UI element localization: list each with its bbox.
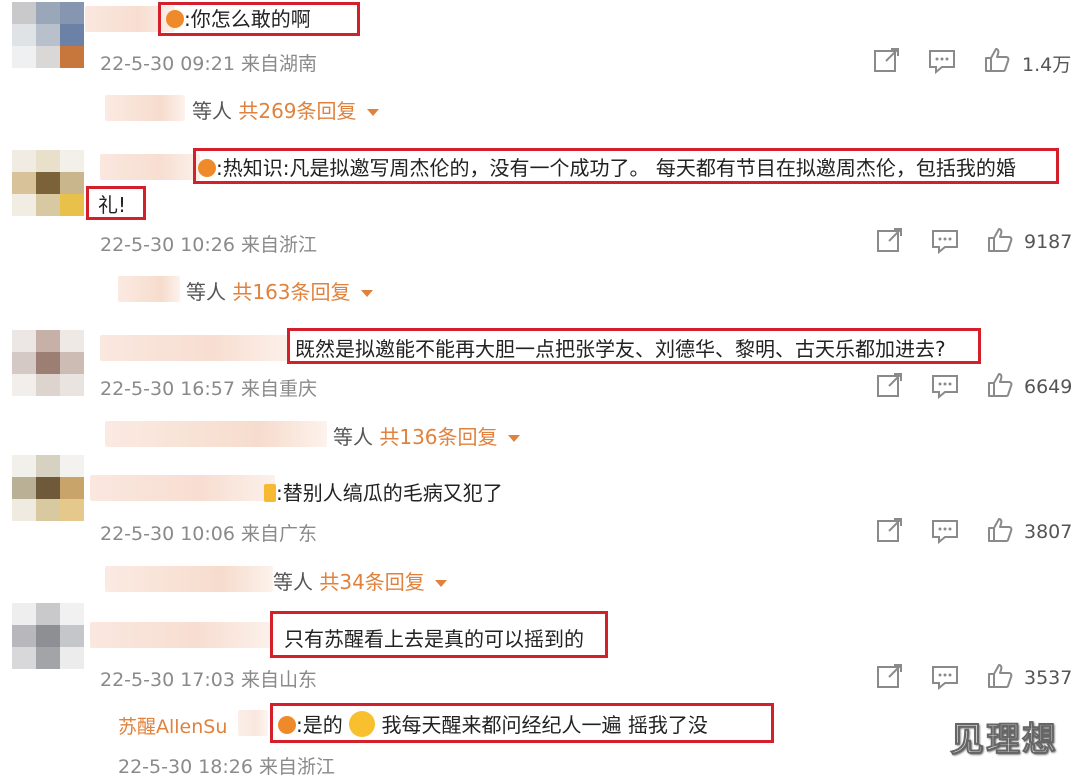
like-icon[interactable] (986, 226, 1014, 258)
timestamp: 22-5-30 10:26 (100, 234, 235, 256)
like-count: 1.4万 (1022, 54, 1072, 76)
chevron-down-icon[interactable] (360, 290, 373, 297)
like-count: 9187 (1024, 231, 1073, 253)
timestamp: 22-5-30 10:06 (100, 523, 235, 545)
timestamp: 22-5-30 09:21 (100, 53, 235, 75)
location: 来自重庆 (241, 378, 318, 400)
chevron-down-icon[interactable] (507, 435, 520, 442)
timestamp: 22-5-30 17:03 (100, 669, 235, 691)
reply-count[interactable]: 共269条回复 (238, 99, 356, 123)
username-blurred[interactable] (100, 335, 290, 361)
reply-summary[interactable]: 等人 共136条回复 (105, 421, 545, 449)
reply-summary[interactable]: 等人 共269条回复 (105, 95, 405, 123)
like-count: 6649 (1024, 376, 1073, 398)
highlight-box (86, 186, 146, 220)
avatar[interactable] (12, 2, 84, 68)
avatar[interactable] (12, 603, 84, 669)
username-blurred[interactable] (90, 475, 275, 501)
chevron-down-icon[interactable] (434, 580, 447, 587)
highlight-box (270, 611, 608, 658)
reply-user-blurred (118, 276, 180, 302)
share-icon[interactable] (876, 517, 904, 547)
reply-username-fade (238, 710, 268, 736)
comment-icon[interactable] (931, 664, 959, 694)
reply-count[interactable]: 共34条回复 (319, 570, 424, 594)
location: 来自广东 (241, 523, 318, 545)
share-icon[interactable] (876, 372, 904, 402)
comment-meta: 22-5-30 16:57 来自重庆 (100, 374, 317, 401)
comment-icon[interactable] (931, 518, 959, 548)
reply-user-blurred (105, 95, 185, 121)
share-icon[interactable] (876, 227, 904, 257)
like-count: 3807 (1024, 521, 1073, 543)
comment-icon[interactable] (931, 228, 959, 258)
watermark: 见理想 (950, 720, 1058, 761)
like-count: 3537 (1024, 667, 1073, 689)
comment-meta: 22-5-30 10:06 来自广东 (100, 519, 317, 546)
timestamp: 22-5-30 16:57 (100, 378, 235, 400)
location: 来自浙江 (241, 234, 318, 256)
timestamp: 22-5-30 18:26 (118, 756, 253, 778)
comment-text: :替别人缟瓜的毛病又犯了 (264, 480, 503, 506)
like-icon[interactable] (986, 516, 1014, 548)
comment-meta: 22-5-30 17:03 来自山东 (100, 665, 317, 692)
like-icon[interactable] (986, 662, 1014, 694)
chevron-down-icon[interactable] (366, 109, 379, 116)
location: 来自山东 (241, 669, 318, 691)
share-icon[interactable] (873, 47, 901, 77)
reply-summary[interactable]: 等人 共163条回复 (118, 276, 418, 304)
comment-meta: 22-5-30 10:26 来自浙江 (100, 230, 317, 257)
reply-meta: 22-5-30 18:26 来自浙江 (118, 752, 335, 779)
highlight-box (287, 328, 981, 364)
share-icon[interactable] (876, 663, 904, 693)
comment-icon[interactable] (931, 373, 959, 403)
reply-count[interactable]: 共163条回复 (232, 280, 350, 304)
avatar[interactable] (12, 455, 84, 521)
like-icon[interactable] (986, 371, 1014, 403)
reply-username[interactable]: 苏醒AllenSu (118, 712, 227, 739)
location: 来自浙江 (259, 756, 336, 778)
avatar[interactable] (12, 330, 84, 396)
highlight-box (270, 703, 774, 743)
username-blurred[interactable] (90, 622, 270, 648)
reply-user-blurred (105, 421, 327, 447)
comment-icon[interactable] (928, 48, 956, 78)
reply-count[interactable]: 共136条回复 (379, 425, 497, 449)
emoji-icon (264, 484, 276, 502)
highlight-box (193, 148, 1059, 184)
avatar[interactable] (12, 150, 84, 216)
username-blurred[interactable] (100, 154, 200, 180)
location: 来自湖南 (241, 53, 318, 75)
like-icon[interactable] (983, 46, 1011, 78)
highlight-box (158, 2, 360, 36)
reply-user-blurred (105, 566, 273, 592)
reply-summary[interactable]: 等人 共34条回复 (105, 566, 485, 594)
comment-meta: 22-5-30 09:21 来自湖南 (100, 49, 317, 76)
